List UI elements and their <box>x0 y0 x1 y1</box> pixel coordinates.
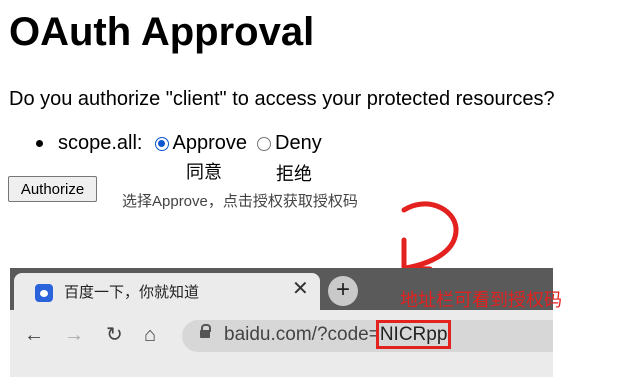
browser-toolbar: ← → ↻ ⌂ baidu.com/?code=NICRpp <box>10 310 553 377</box>
approve-label: Approve <box>172 132 248 154</box>
scope-row: scope.all: Approve Deny <box>36 132 322 155</box>
new-tab-button[interactable]: + <box>328 276 358 306</box>
deny-label: Deny <box>275 132 322 154</box>
lock-icon[interactable] <box>200 324 211 338</box>
approve-annotation: 同意 <box>186 162 222 182</box>
tab-title: 百度一下，你就知道 <box>64 284 200 301</box>
home-icon[interactable]: ⌂ <box>144 324 156 346</box>
authorize-button[interactable]: Authorize <box>8 176 97 202</box>
deny-option[interactable]: Deny <box>257 132 322 155</box>
deny-annotation: 拒绝 <box>276 164 312 184</box>
baidu-paw-icon <box>35 284 53 302</box>
hint-annotation: 选择Approve，点击授权获取授权码 <box>122 193 358 210</box>
authorization-question: Do you authorize "client" to access your… <box>9 88 555 110</box>
page-title: OAuth Approval <box>9 10 315 54</box>
approve-radio[interactable] <box>154 136 169 151</box>
approve-option[interactable]: Approve <box>154 132 248 155</box>
bullet <box>36 140 43 147</box>
url-text: baidu.com/?code=NICRpp <box>224 320 452 349</box>
authorization-code: NICRpp <box>375 320 452 349</box>
forward-arrow-icon[interactable]: → <box>64 324 84 346</box>
url-prefix: baidu.com/?code= <box>224 324 380 345</box>
browser-tab[interactable]: 百度一下，你就知道 ✕ <box>14 273 320 310</box>
close-icon[interactable]: ✕ <box>292 279 309 299</box>
scope-label: scope.all: <box>58 132 143 154</box>
back-arrow-icon[interactable]: ← <box>24 324 44 346</box>
address-bar[interactable]: baidu.com/?code=NICRpp <box>182 320 553 352</box>
deny-radio[interactable] <box>257 136 271 151</box>
arrow-annotation <box>401 201 459 272</box>
browser-screenshot: 百度一下，你就知道 ✕ + ← → ↻ ⌂ baidu.com/?code=NI… <box>10 268 553 377</box>
address-bar-annotation: 地址栏可看到授权码 <box>400 290 562 310</box>
reload-icon[interactable]: ↻ <box>106 324 123 346</box>
